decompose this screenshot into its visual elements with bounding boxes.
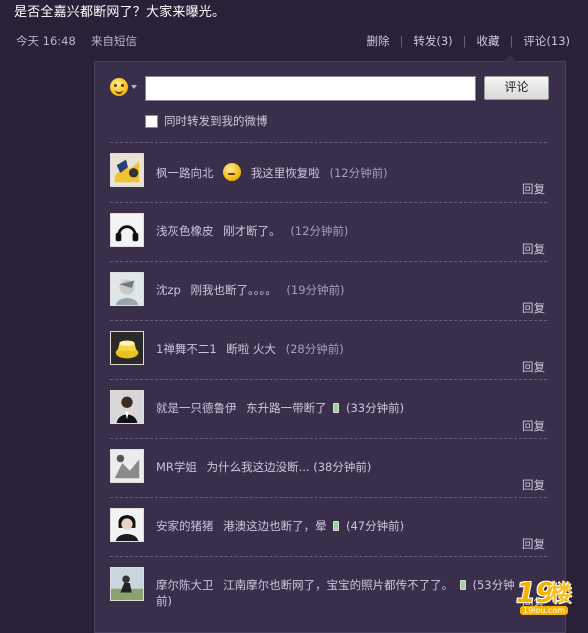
comment-item: 就是一只德鲁伊 东升路一带断了 (33分钟前) 回复 — [110, 379, 547, 438]
avatar-image — [111, 214, 143, 246]
reply-link[interactable]: 回复 — [522, 181, 545, 197]
comment-time: (28分钟前) — [285, 342, 344, 356]
mobile-phone-icon — [333, 403, 340, 413]
repost-label: 同时转发到我的微博 — [164, 114, 268, 128]
comment-text: 摩尔陈大卫 江南摩尔也断网了，宝宝的照片都传不了了。 (53分钟前) — [156, 577, 530, 609]
comment-text: 1禅舞不二1 断啦 火大 (28分钟前) — [156, 341, 526, 357]
avatar-image — [111, 332, 143, 364]
comment-author[interactable]: 沈zp — [156, 283, 181, 297]
comment-item: MR学姐 为什么我这边没断... (38分钟前) 回复 — [110, 438, 547, 497]
avatar[interactable] — [110, 508, 144, 542]
avatar-image — [111, 450, 143, 482]
comment-author[interactable]: 安家的猪猪 — [156, 519, 214, 533]
avatar-image — [111, 154, 143, 186]
comment-time: (19分钟前) — [286, 283, 345, 297]
comment-text: 浅灰色橡皮 刚才断了。 (12分钟前) — [156, 223, 526, 239]
comment-input[interactable] — [145, 76, 476, 101]
avatar[interactable] — [110, 213, 144, 247]
post-time: 今天 16:48 — [16, 34, 76, 48]
chevron-down-icon — [131, 85, 137, 89]
reply-link[interactable]: 回复 — [522, 536, 545, 552]
comment-text: 就是一只德鲁伊 东升路一带断了 (33分钟前) — [156, 400, 526, 416]
comment-time: (12分钟前) — [290, 224, 349, 238]
mobile-phone-icon — [459, 580, 466, 590]
submit-comment-button[interactable]: 评论 — [484, 76, 549, 100]
repost-link[interactable]: 转发(3) — [413, 33, 452, 49]
comment-time: (12分钟前) — [329, 166, 388, 180]
reply-link[interactable]: 回复 — [522, 359, 545, 375]
post-meta: 今天 16:48 来自短信 删除 | 转发(3) | 收藏 | 评论(13) — [16, 33, 570, 49]
comment-author[interactable]: 就是一只德鲁伊 — [156, 401, 237, 415]
comment-item: 枫一路向北 我这里恢复啦 (12分钟前) 回复 — [110, 142, 547, 201]
comment-body: 港澳这边也断了，晕 — [223, 519, 327, 533]
action-separator: | — [509, 34, 514, 48]
avatar[interactable] — [110, 567, 144, 601]
action-separator: | — [462, 34, 467, 48]
comment-time: (47分钟前) — [345, 519, 405, 533]
comment-text: MR学姐 为什么我这边没断... (38分钟前) — [156, 459, 526, 475]
comment-link[interactable]: 评论(13) — [523, 33, 570, 49]
mobile-phone-icon — [333, 521, 340, 531]
comment-author[interactable]: MR学姐 — [156, 460, 197, 474]
smiley-icon — [110, 78, 128, 96]
repost-checkbox[interactable] — [145, 114, 158, 128]
avatar[interactable] — [110, 449, 144, 483]
comment-body: 我这里恢复啦 — [250, 166, 320, 180]
avatar-image — [111, 273, 143, 305]
reply-link[interactable]: 回复 — [522, 418, 545, 434]
emoji-picker-button[interactable] — [110, 78, 137, 96]
favorite-link[interactable]: 收藏 — [477, 33, 500, 49]
repost-option[interactable]: 同时转发到我的微博 — [145, 113, 268, 129]
avatar[interactable] — [110, 331, 144, 365]
comment-author[interactable]: 1禅舞不二1 — [156, 342, 217, 356]
comment-author[interactable]: 浅灰色橡皮 — [156, 224, 214, 238]
site-watermark: 19 楼 19lou.com — [516, 576, 584, 616]
watermark-char: 楼 — [550, 582, 573, 607]
comment-body: 刚才断了。 — [223, 224, 281, 238]
comment-text: 沈zp 刚我也断了。。。。 (19分钟前) — [156, 282, 526, 298]
avatar-image — [111, 391, 143, 423]
post-actions: 删除 | 转发(3) | 收藏 | 评论(13) — [366, 33, 570, 49]
reply-link[interactable]: 回复 — [522, 300, 545, 316]
comment-text: 安家的猪猪 港澳这边也断了，晕 (47分钟前) — [156, 518, 526, 534]
avatar-image — [111, 568, 143, 600]
action-separator: | — [399, 34, 404, 48]
watermark-url: 19lou.com — [520, 606, 568, 615]
post-source[interactable]: 来自短信 — [91, 33, 137, 49]
comment-item: 1禅舞不二1 断啦 火大 (28分钟前) 回复 — [110, 320, 547, 379]
reply-link[interactable]: 回复 — [522, 241, 545, 257]
comment-body: 江南摩尔也断网了，宝宝的照片都传不了了。 — [223, 578, 454, 592]
comment-time: (38分钟前) — [313, 460, 372, 474]
comment-body: 刚我也断了。。。。 — [190, 283, 277, 297]
panel-pointer — [503, 55, 517, 62]
smiley-emoji-icon — [223, 163, 242, 181]
comment-item: 摩尔陈大卫 江南摩尔也断网了，宝宝的照片都传不了了。 (53分钟前) 回复 — [110, 556, 547, 615]
comment-body: 东升路一带断了 — [246, 401, 327, 415]
reply-link[interactable]: 回复 — [522, 477, 545, 493]
comment-body: 断啦 火大 — [226, 342, 276, 356]
avatar[interactable] — [110, 390, 144, 424]
delete-link[interactable]: 删除 — [366, 33, 389, 49]
comment-text: 枫一路向北 我这里恢复啦 (12分钟前) — [156, 163, 526, 181]
comment-author[interactable]: 枫一路向北 — [156, 166, 214, 180]
comment-item: 浅灰色橡皮 刚才断了。 (12分钟前) 回复 — [110, 202, 547, 261]
comment-panel: 评论 同时转发到我的微博 枫一路向北 我这里恢复啦 (12分钟前) 回复 浅灰色… — [94, 55, 566, 633]
comment-body: 为什么我这边没断... — [206, 460, 310, 474]
avatar[interactable] — [110, 272, 144, 306]
avatar-image — [111, 509, 143, 541]
comment-item: 沈zp 刚我也断了。。。。 (19分钟前) 回复 — [110, 261, 547, 320]
comment-time: (33分钟前) — [345, 401, 405, 415]
avatar[interactable] — [110, 153, 144, 187]
comment-author[interactable]: 摩尔陈大卫 — [156, 578, 214, 592]
post-text: 是否全嘉兴都断网了？大家来曝光。 — [14, 5, 226, 20]
comment-item: 安家的猪猪 港澳这边也断了，晕 (47分钟前) 回复 — [110, 497, 547, 556]
